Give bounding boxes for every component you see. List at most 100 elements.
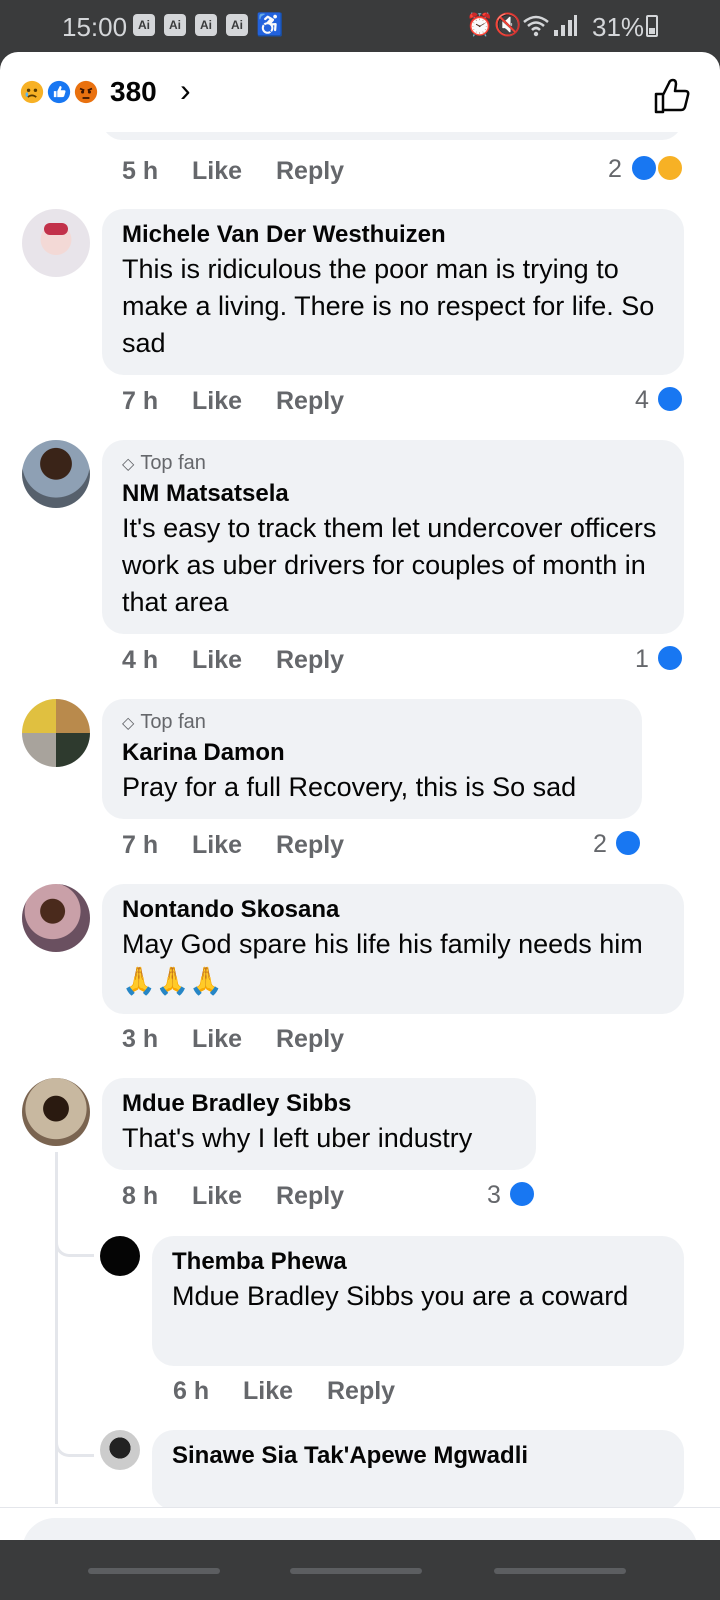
ai-badge-icon: Ai <box>226 14 248 36</box>
reply-bubble: Sinawe Sia Tak'Apewe Mgwadli <box>152 1430 684 1507</box>
comment-text: Pray for a full Recovery, this is So sad <box>122 772 577 802</box>
comment-text: This is ridiculous the poor man is tryin… <box>122 254 655 358</box>
comment-list: 5 h Like Reply 2 Michele Van Der Westhui… <box>0 132 720 1507</box>
like-reaction-icon <box>656 385 684 413</box>
wifi-icon <box>523 15 549 37</box>
diamond-icon: ◇ <box>122 456 135 473</box>
reaction-count: 2 <box>608 155 622 183</box>
comment-time: 7 h <box>122 387 159 415</box>
comment-text: Mdue Bradley Sibbs you are a coward <box>172 1281 629 1311</box>
avatar[interactable] <box>22 209 90 277</box>
comment-bubble: Michele Van Der Westhuizen This is ridic… <box>102 209 684 375</box>
diamond-icon: ◇ <box>122 715 135 732</box>
ai-badge-icon: Ai <box>164 14 186 36</box>
angry-emoji-icon <box>72 78 100 106</box>
comment-time: 6 h <box>173 1377 210 1405</box>
commenter-name[interactable]: Themba Phewa <box>172 1246 664 1278</box>
top-fan-badge: ◇ Top fan <box>122 711 206 733</box>
comment-meta: 7 h Like Reply <box>122 831 422 865</box>
ai-badge-icon: Ai <box>133 14 155 36</box>
comment-text: That's why I left uber industry <box>122 1123 473 1153</box>
comment-time: 5 h <box>122 157 159 185</box>
comment-bubble: Nontando Skosana May God spare his life … <box>102 884 684 1014</box>
like-button[interactable]: Like <box>192 387 242 416</box>
like-emoji-icon <box>45 78 73 106</box>
reaction-count: 3 <box>487 1181 501 1209</box>
signal-icon <box>554 15 577 36</box>
avatar[interactable] <box>22 699 90 767</box>
like-reaction-icon <box>630 154 658 182</box>
thread-connector <box>55 1432 94 1457</box>
reply-button[interactable]: Reply <box>276 387 344 416</box>
reaction-count: 380 <box>110 76 157 107</box>
like-button[interactable]: Like <box>243 1377 293 1406</box>
reply-bubble: Themba Phewa Mdue Bradley Sibbs you are … <box>152 1236 684 1366</box>
comment-meta: 4 h Like Reply <box>122 646 422 680</box>
thread-connector <box>55 1232 94 1257</box>
comment-meta: 6 h Like Reply <box>173 1377 473 1411</box>
comment-time: 7 h <box>122 831 159 859</box>
comment-time: 8 h <box>122 1182 159 1210</box>
avatar[interactable] <box>22 440 90 508</box>
reply-button[interactable]: Reply <box>276 1025 344 1054</box>
commenter-name[interactable]: NM Matsatsela <box>122 478 664 510</box>
reaction-count: 2 <box>593 830 607 858</box>
reply-button[interactable]: Reply <box>327 1377 395 1406</box>
accessibility-icon: ♿ <box>256 12 284 37</box>
home-button[interactable] <box>290 1568 422 1574</box>
comment-text: It's easy to track them let undercover o… <box>122 513 657 617</box>
avatar[interactable] <box>100 1430 140 1470</box>
battery-icon <box>646 15 658 37</box>
reaction-count: 1 <box>635 645 649 673</box>
reply-button[interactable]: Reply <box>276 157 344 186</box>
comment-bubble: Mdue Bradley Sibbs That's why I left ube… <box>102 1078 536 1170</box>
sad-reaction-icon <box>656 154 684 182</box>
avatar[interactable] <box>100 1236 140 1276</box>
like-reaction-icon <box>614 829 642 857</box>
system-nav-bar <box>0 1540 720 1600</box>
like-reaction-icon <box>508 1180 536 1208</box>
reaction-count: 4 <box>635 386 649 414</box>
commenter-name[interactable]: Karina Damon <box>122 737 622 769</box>
reply-button[interactable]: Reply <box>276 646 344 675</box>
like-reaction-icon <box>656 644 684 672</box>
sad-emoji-icon <box>18 78 46 106</box>
avatar[interactable] <box>22 884 90 952</box>
like-outline-icon[interactable] <box>652 76 692 116</box>
comment-meta: 8 h Like Reply <box>122 1182 422 1216</box>
comments-sheet: 380 › 5 h Like Reply 2 Michele Van Der W… <box>0 52 720 1592</box>
top-fan-badge: ◇ Top fan <box>122 452 206 474</box>
back-button[interactable] <box>494 1568 626 1574</box>
status-bar: 15:00 Ai Ai Ai Ai ♿ ⏰ 🔇 31% <box>0 0 720 52</box>
previous-comment-bubble <box>102 132 682 140</box>
status-time: 15:00 <box>62 12 128 42</box>
thread-line <box>55 1254 58 1504</box>
commenter-name[interactable]: Michele Van Der Westhuizen <box>122 219 664 251</box>
commenter-name[interactable]: Sinawe Sia Tak'Apewe Mgwadli <box>172 1440 664 1472</box>
like-button[interactable]: Like <box>192 831 242 860</box>
mute-icon: 🔇 <box>494 12 522 37</box>
avatar[interactable] <box>22 1078 90 1146</box>
chevron-right-icon[interactable]: › <box>180 72 191 109</box>
comment-time: 3 h <box>122 1025 159 1053</box>
recent-apps-button[interactable] <box>88 1568 220 1574</box>
alarm-icon: ⏰ <box>466 12 494 37</box>
comment-meta: 7 h Like Reply <box>122 387 422 421</box>
comment-bubble: ◇ Top fan NM Matsatsela It's easy to trac… <box>102 440 684 634</box>
reactions-header[interactable]: 380 › <box>0 52 720 132</box>
comment-meta: 5 h Like Reply <box>122 157 422 191</box>
like-button[interactable]: Like <box>192 1182 242 1211</box>
comment-bubble: ◇ Top fan Karina Damon Pray for a full Re… <box>102 699 642 819</box>
like-button[interactable]: Like <box>192 157 242 186</box>
like-button[interactable]: Like <box>192 646 242 675</box>
reply-button[interactable]: Reply <box>276 1182 344 1211</box>
ai-badge-icon: Ai <box>195 14 217 36</box>
comment-text: May God spare his life his family needs … <box>122 929 643 996</box>
comment-time: 4 h <box>122 646 159 674</box>
battery-percent: 31% <box>592 12 645 42</box>
comment-meta: 3 h Like Reply <box>122 1025 422 1059</box>
commenter-name[interactable]: Mdue Bradley Sibbs <box>122 1088 516 1120</box>
commenter-name[interactable]: Nontando Skosana <box>122 894 664 926</box>
reply-button[interactable]: Reply <box>276 831 344 860</box>
like-button[interactable]: Like <box>192 1025 242 1054</box>
